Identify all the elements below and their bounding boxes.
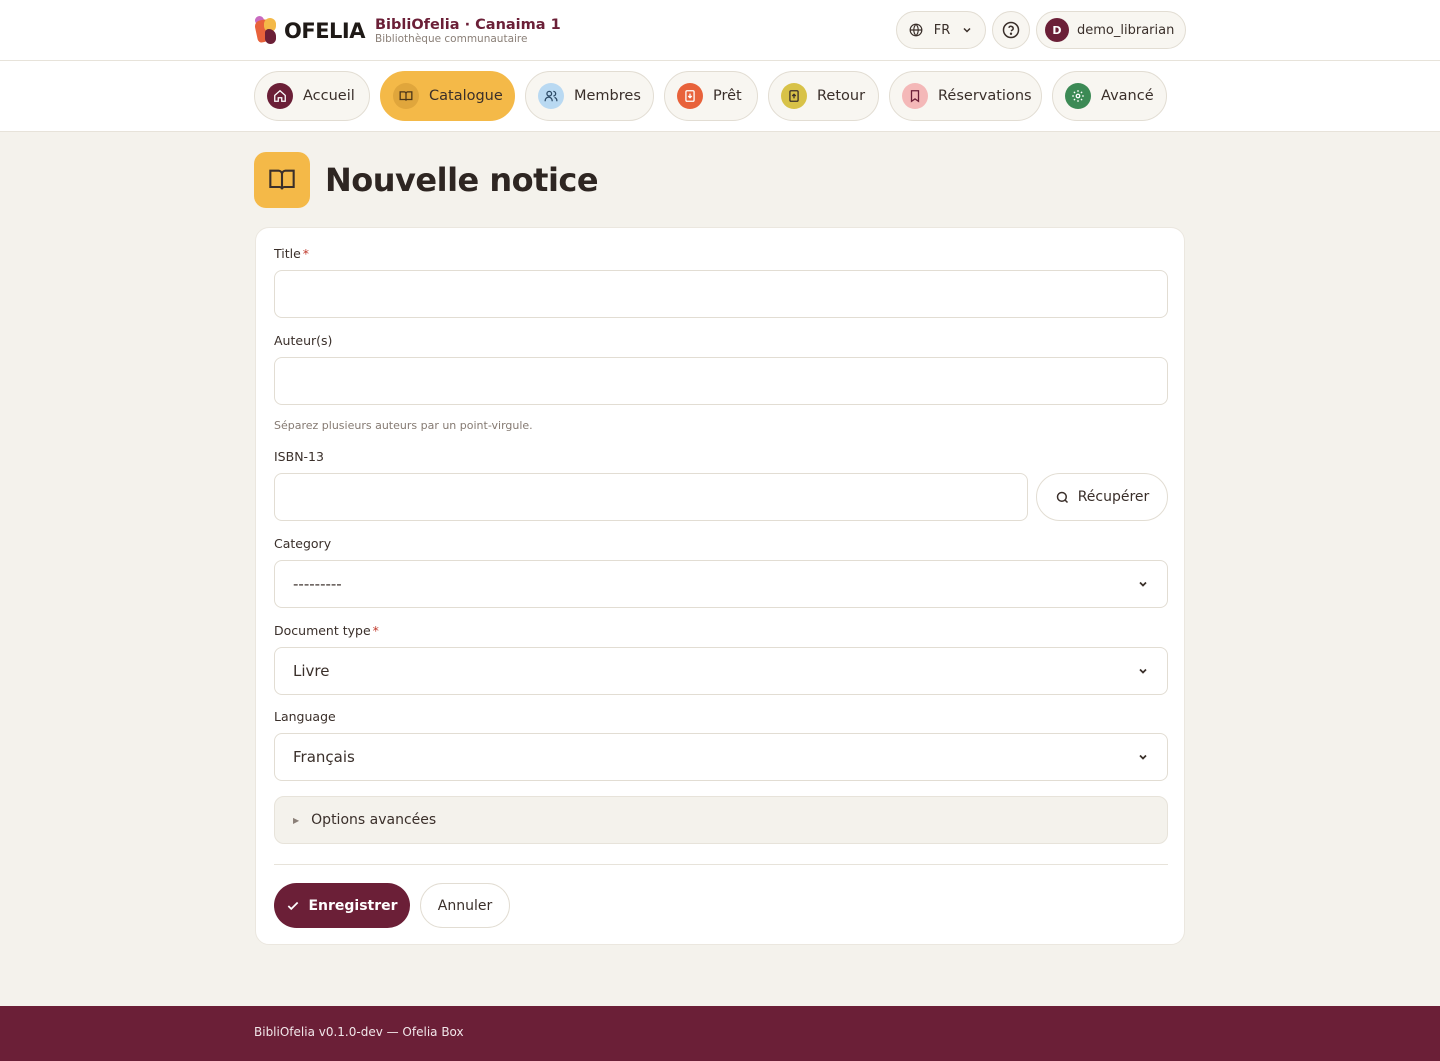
divider — [274, 864, 1168, 865]
cancel-label: Annuler — [437, 897, 493, 914]
nav-item-membres[interactable]: Membres — [525, 71, 654, 121]
nav-item-reservations[interactable]: Réservations — [889, 71, 1042, 121]
globe-icon — [909, 23, 923, 37]
required-mark: * — [302, 246, 310, 261]
fetch-label: Récupérer — [1077, 489, 1150, 505]
book-icon — [393, 83, 419, 109]
fetch-isbn-button[interactable]: Récupérer — [1036, 473, 1168, 521]
doctype-label: Document type * — [274, 623, 379, 638]
language-value: Français — [293, 748, 355, 766]
cancel-button[interactable]: Annuler — [420, 883, 510, 928]
header-actions: FR D demo_librarian — [896, 11, 1186, 49]
language-select[interactable]: Français — [274, 733, 1168, 781]
app-title: BibliOfelia · Canaima 1 — [375, 16, 561, 33]
nav-item-retour[interactable]: Retour — [768, 71, 879, 121]
category-value: --------- — [293, 575, 342, 593]
title-label: Title * — [274, 246, 310, 261]
gear-icon — [1065, 83, 1091, 109]
nav-label: Prêt — [713, 88, 742, 104]
isbn-input[interactable] — [293, 488, 1009, 506]
authors-field[interactable] — [274, 357, 1168, 405]
nav-item-catalogue[interactable]: Catalogue — [380, 71, 515, 121]
nav-label: Catalogue — [429, 88, 503, 104]
required-mark: * — [372, 623, 379, 638]
footer-text: BibliOfelia v0.1.0-dev — Ofelia Box — [254, 1025, 464, 1039]
disclosure-triangle-icon: ▶ — [293, 815, 300, 825]
logo-wordmark: OFELIA — [284, 19, 366, 43]
record-form: Title * Auteur(s) Séparez plusieurs auteu… — [255, 227, 1185, 945]
doctype-value: Livre — [293, 662, 330, 680]
username: demo_librarian — [1077, 22, 1175, 38]
avatar: D — [1045, 18, 1069, 42]
chevron-down-icon — [963, 27, 971, 33]
isbn-label: ISBN-13 — [274, 449, 324, 464]
chevron-down-icon — [1139, 581, 1147, 587]
language-label: Language — [274, 709, 336, 724]
nav-label: Avancé — [1101, 88, 1154, 104]
check-icon — [288, 901, 299, 910]
authors-label: Auteur(s) — [274, 333, 333, 348]
return-icon — [781, 83, 807, 109]
book-icon — [254, 152, 310, 208]
chevron-down-icon — [1139, 668, 1147, 674]
brand[interactable]: OFELIA BibliOfelia · Canaima 1 Bibliothè… — [253, 14, 561, 48]
search-icon — [1056, 491, 1068, 503]
save-button[interactable]: Enregistrer — [274, 883, 410, 928]
save-label: Enregistrer — [308, 897, 398, 914]
top-header: OFELIA BibliOfelia · Canaima 1 Bibliothè… — [0, 0, 1440, 61]
chevron-down-icon — [1139, 754, 1147, 760]
language-code: FR — [933, 22, 951, 38]
checkout-icon — [677, 83, 703, 109]
isbn-field[interactable] — [274, 473, 1028, 521]
doctype-select[interactable]: Livre — [274, 647, 1168, 695]
app-subtitle: Bibliothèque communautaire — [375, 33, 528, 45]
category-select[interactable]: --------- — [274, 560, 1168, 608]
nav-label: Membres — [574, 88, 641, 104]
footer: BibliOfelia v0.1.0-dev — Ofelia Box — [0, 1006, 1440, 1061]
advanced-options-label: Options avancées — [311, 812, 437, 828]
category-label: Category — [274, 536, 332, 551]
nav-item-accueil[interactable]: Accueil — [254, 71, 370, 121]
users-icon — [538, 83, 564, 109]
authors-input[interactable] — [293, 372, 1149, 390]
nav-label: Accueil — [303, 88, 355, 104]
page-title: Nouvelle notice — [325, 161, 599, 199]
bookmark-icon — [902, 83, 928, 109]
language-selector[interactable]: FR — [896, 11, 986, 49]
nav-item-avance[interactable]: Avancé — [1052, 71, 1167, 121]
title-field[interactable] — [274, 270, 1168, 318]
title-input[interactable] — [293, 285, 1149, 303]
nav-label: Retour — [817, 88, 866, 104]
user-menu[interactable]: D demo_librarian — [1036, 11, 1186, 49]
authors-hint: Séparez plusieurs auteurs par un point-v… — [274, 419, 533, 432]
help-icon — [1002, 21, 1020, 39]
advanced-options-toggle[interactable]: ▶ Options avancées — [274, 796, 1168, 844]
main-nav: Accueil Catalogue Membres Prêt Retour Ré… — [0, 61, 1440, 132]
help-button[interactable] — [992, 11, 1030, 49]
home-icon — [267, 83, 293, 109]
nav-label: Réservations — [938, 88, 1032, 104]
brand-text: BibliOfelia · Canaima 1 Bibliothèque com… — [375, 16, 561, 45]
nav-item-pret[interactable]: Prêt — [664, 71, 758, 121]
ofelia-logo-icon — [253, 16, 282, 46]
